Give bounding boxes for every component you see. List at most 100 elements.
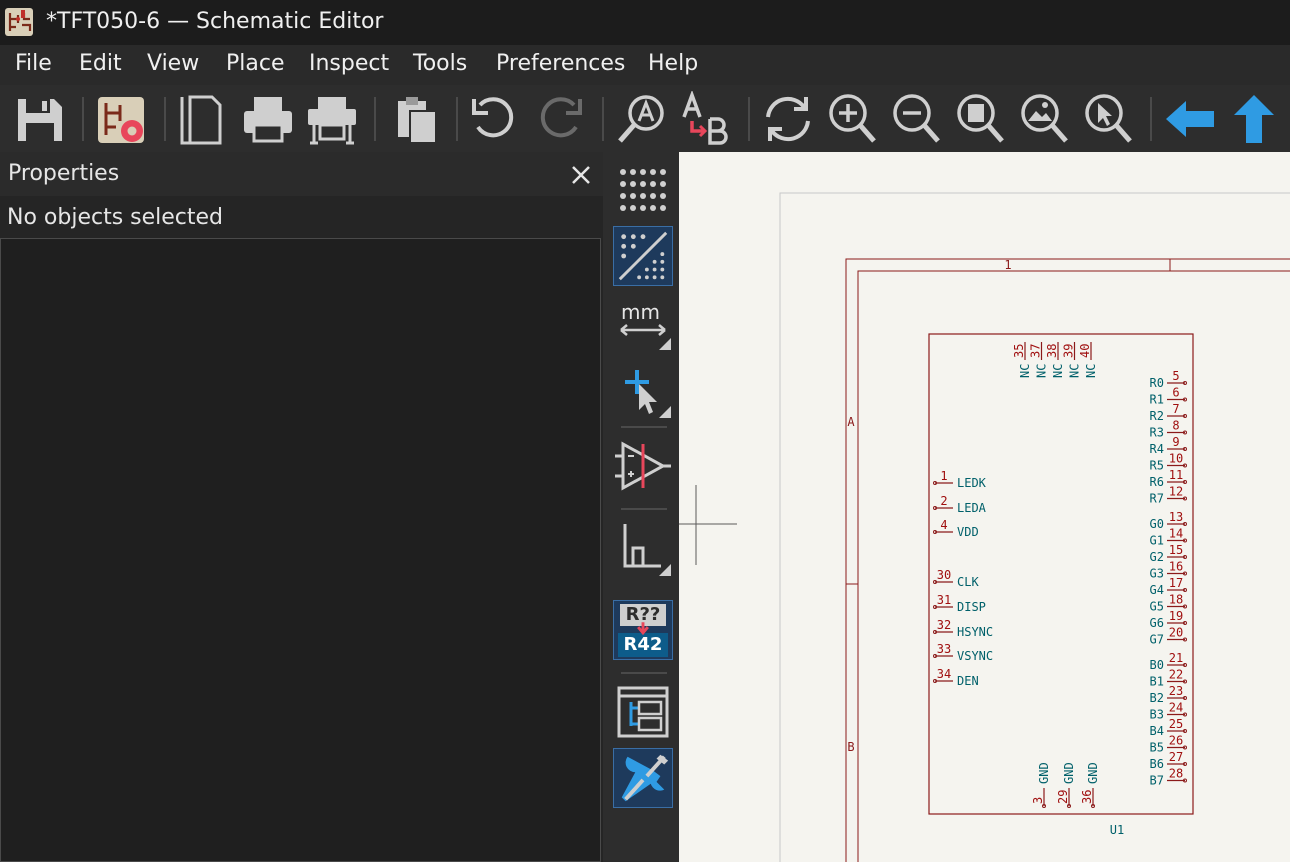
redo-icon[interactable] (532, 91, 588, 147)
annotate-button[interactable]: R?? R42 (613, 600, 673, 660)
navigate-up-icon[interactable] (1226, 91, 1282, 147)
properties-tools-icon[interactable] (613, 748, 673, 808)
pin-name: B2 (1150, 691, 1164, 705)
pin-name: R4 (1150, 442, 1164, 456)
pin-left-vdd[interactable]: 4 VDD (933, 518, 979, 539)
find-icon[interactable] (614, 91, 670, 147)
pin-name: GND (1062, 762, 1076, 784)
menu-view[interactable]: View (147, 51, 199, 76)
pin-number: 33 (937, 642, 951, 656)
line-modes-icon[interactable] (613, 518, 673, 578)
units-button[interactable]: mm (613, 292, 673, 352)
pin-name: B5 (1150, 741, 1164, 755)
pin-number: 7 (1172, 402, 1179, 416)
properties-content (0, 238, 601, 862)
pin-number: 5 (1172, 369, 1179, 383)
pin-name: NC (1035, 364, 1049, 378)
pin-number: 32 (937, 618, 951, 632)
zoom-objects-icon[interactable] (1016, 91, 1072, 147)
pin-bottom-gnd-36[interactable]: GND 36 (1080, 762, 1100, 808)
pin-name: DISP (957, 600, 986, 614)
pin-name: R3 (1150, 426, 1164, 440)
page-settings-icon[interactable] (174, 91, 230, 147)
pin-bottom-gnd-29[interactable]: GND 29 (1056, 762, 1076, 808)
pin-name: B6 (1150, 757, 1164, 771)
pin-number: 25 (1169, 717, 1183, 731)
close-icon[interactable] (566, 160, 596, 190)
pin-left-vsync[interactable]: 33 VSYNC (933, 642, 994, 663)
pin-number: 9 (1172, 435, 1179, 449)
pin-left-den[interactable]: 34 DEN (933, 667, 979, 688)
pin-number: 34 (937, 667, 951, 681)
find-replace-icon[interactable] (678, 91, 734, 147)
pin-number: 27 (1169, 750, 1183, 764)
zoom-out-icon[interactable] (888, 91, 944, 147)
pin-number: 39 (1062, 344, 1076, 358)
pin-right-r0[interactable]: 5 R0 (1150, 369, 1187, 390)
print-icon[interactable] (240, 91, 296, 147)
pin-electrical-types-icon[interactable] (613, 436, 673, 496)
menu-inspect[interactable]: Inspect (309, 51, 389, 76)
grid-overrides-icon[interactable] (613, 226, 673, 286)
menu-tools[interactable]: Tools (413, 51, 467, 76)
pin-number: 28 (1169, 767, 1183, 781)
pin-number: 11 (1169, 468, 1183, 482)
toolbar-separator (82, 97, 84, 141)
zoom-in-icon[interactable] (824, 91, 880, 147)
menu-file[interactable]: File (15, 51, 52, 76)
pin-number: 30 (937, 568, 951, 582)
schematic-drawing: 1 A B 1 LEDK2 LEDA4 VDD30 CLK31 DISP32 HSYNC33… (679, 192, 1290, 862)
window-title: *TFT050-6 — Schematic Editor (46, 9, 384, 34)
undo-icon[interactable] (466, 91, 522, 147)
pin-name: G7 (1150, 633, 1164, 647)
schematic-setup-icon[interactable] (94, 91, 150, 147)
crosshair-cursor (679, 485, 737, 565)
pin-name: LEDK (957, 476, 987, 490)
pin-number: 36 (1080, 790, 1094, 804)
menu-help[interactable]: Help (648, 51, 698, 76)
pin-number: 10 (1169, 452, 1183, 466)
pin-left-ledk[interactable]: 1 LEDK (933, 469, 987, 490)
pin-number: 17 (1169, 576, 1183, 590)
pin-name: R6 (1150, 475, 1164, 489)
hierarchy-navigator-icon[interactable] (613, 682, 673, 742)
pin-number: 13 (1169, 510, 1183, 524)
pin-left-hsync[interactable]: 32 HSYNC (933, 618, 994, 639)
menu-preferences[interactable]: Preferences (496, 51, 625, 76)
pin-number: 23 (1169, 684, 1183, 698)
pin-left-clk[interactable]: 30 CLK (933, 568, 980, 589)
pin-left-disp[interactable]: 31 DISP (933, 593, 986, 614)
grid-icon[interactable] (613, 160, 673, 220)
navigate-back-icon[interactable] (1162, 91, 1218, 147)
pin-left-leda[interactable]: 2 LEDA (933, 494, 987, 515)
pin-number: 20 (1169, 626, 1183, 640)
pin-bottom-gnd-3[interactable]: GND 3 (1031, 762, 1051, 808)
pin-name: G0 (1150, 517, 1164, 531)
save-icon[interactable] (12, 91, 68, 147)
pin-number: 12 (1169, 485, 1183, 499)
top-pins: 35 NC 37 NC 38 NC 39 NC 40 NC (1012, 342, 1098, 378)
pin-number: 6 (1172, 386, 1179, 400)
symbol-u1[interactable]: 1 LEDK2 LEDA4 VDD30 CLK31 DISP32 HSYNC33 VSYNC3… (928, 333, 1194, 837)
annotate-arrow-icon (637, 622, 649, 636)
pin-name: LEDA (957, 501, 987, 515)
pin-number: 21 (1169, 651, 1183, 665)
toolbar-separator (1150, 97, 1152, 141)
pin-name: GND (1086, 762, 1100, 784)
schematic-editor-window: *TFT050-6 — Schematic Editor File Edit V… (0, 0, 1290, 862)
zoom-selection-icon[interactable] (1080, 91, 1136, 147)
plot-icon[interactable] (304, 91, 360, 147)
menu-bar: File Edit View Place Inspect Tools Prefe… (0, 45, 1290, 85)
menu-edit[interactable]: Edit (79, 51, 122, 76)
paste-icon[interactable] (388, 91, 444, 147)
schematic-canvas[interactable]: 1 A B 1 LEDK 2 LEDA 4 VDD 30 CLK 31 DISP 32 HSYNC 33… (679, 152, 1290, 862)
kicad-schematic-app-icon (5, 8, 33, 36)
pin-number: 37 (1029, 344, 1043, 358)
pin-number: 35 (1012, 344, 1026, 358)
cursor-snap-icon[interactable] (613, 360, 673, 420)
refresh-icon[interactable] (760, 91, 816, 147)
zoom-fit-icon[interactable] (952, 91, 1008, 147)
pin-number: 38 (1045, 344, 1059, 358)
pin-number: 15 (1169, 543, 1183, 557)
menu-place[interactable]: Place (226, 51, 285, 76)
